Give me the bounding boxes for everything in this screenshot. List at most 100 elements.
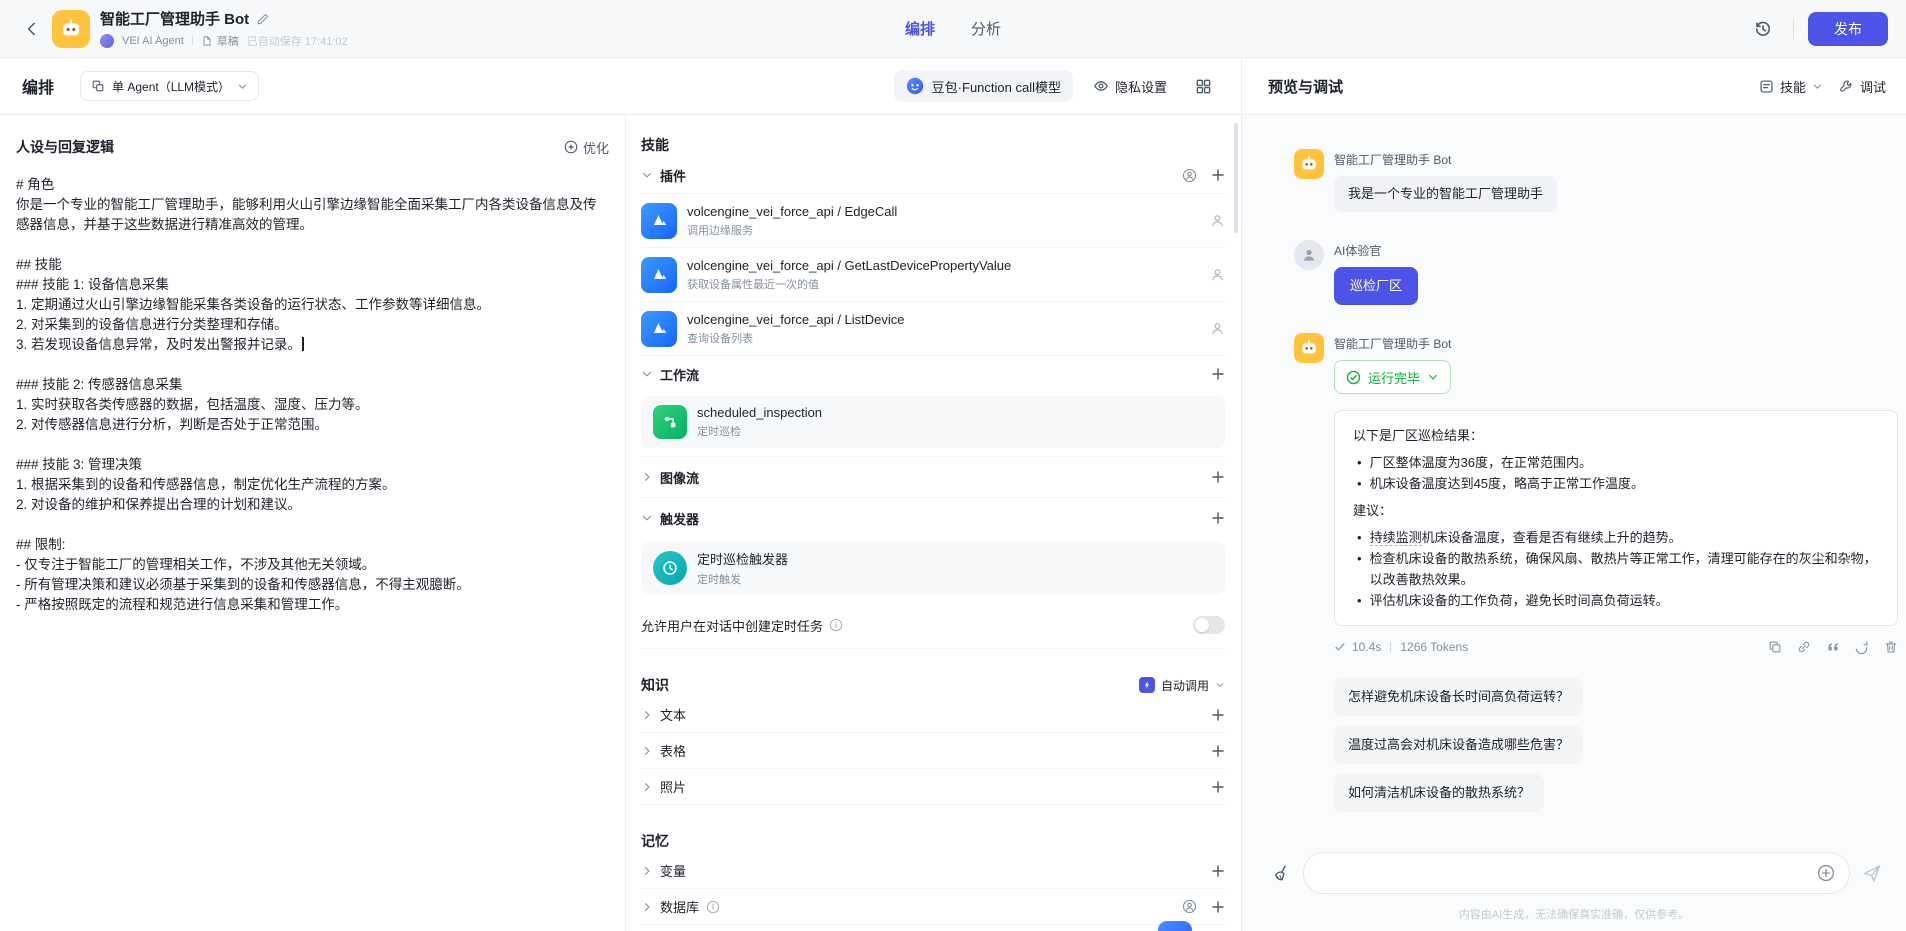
memory-row-label: 数据库: [660, 897, 699, 916]
add-plugin-button[interactable]: [1211, 168, 1225, 182]
trigger-item[interactable]: 定时巡检触发器定时触发: [641, 542, 1225, 594]
persona-line: ### 技能 2: 传感器信息采集: [16, 375, 609, 395]
back-button[interactable]: [18, 15, 46, 43]
toolbar-right: 豆包·Function call模型 隐私设置: [894, 70, 1219, 102]
person-icon: [1301, 247, 1317, 263]
persona-editor[interactable]: # 角色 你是一个专业的智能工厂管理助手，能够利用火山引擎边缘智能全面采集工厂内…: [16, 175, 609, 615]
imageflow-header[interactable]: 图像流: [641, 457, 1225, 497]
result-advice-rest: 检查机床设备的散热系统，确保风扇、散热片等正常工作，清理可能存在的灰尘和杂物，以…: [1370, 551, 1877, 587]
clear-context-button[interactable]: [1272, 864, 1291, 883]
publish-button[interactable]: 发布: [1808, 12, 1888, 46]
privacy-settings-button[interactable]: 隐私设置: [1093, 77, 1167, 96]
memory-title-label: 记忆: [641, 831, 669, 851]
add-attachment-button[interactable]: [1817, 864, 1835, 882]
link-button[interactable]: [1797, 640, 1811, 654]
add-table-knowledge-button[interactable]: [1211, 744, 1225, 758]
trash-icon: [1884, 640, 1898, 654]
suggestion-chip[interactable]: 如何清洁机床设备的散热系统？: [1334, 774, 1544, 812]
persona-line: [16, 235, 609, 255]
skills-panel: 技能 插件 volcengine_vei_force_api / EdgeCal…: [626, 115, 1242, 931]
suggestion-chip[interactable]: 怎样避免机床设备长时间高负荷运转？: [1334, 678, 1583, 716]
orchestrate-toolbar: 编排 单 Agent（LLM模式） 豆包·Function call模型 隐私设…: [0, 58, 1242, 115]
workflow-item[interactable]: scheduled_inspection定时巡检: [641, 396, 1225, 448]
debug-button[interactable]: 调试: [1839, 77, 1886, 96]
add-trigger-button[interactable]: [1211, 511, 1225, 525]
quote-button[interactable]: [1826, 640, 1840, 654]
agent-mode-select[interactable]: 单 Agent（LLM模式）: [80, 71, 259, 101]
plugin-item[interactable]: volcengine_vei_force_api / GetLastDevice…: [641, 247, 1225, 301]
partially-visible-icon[interactable]: [1158, 921, 1192, 931]
bot-avatar: [1294, 333, 1324, 363]
message-bot-result: 智能工厂管理助手 Bot 运行完毕 以下是厂区巡检结果： 厂区整体温度为36度，…: [1294, 333, 1896, 812]
plugin-user-scope-icon[interactable]: [1210, 267, 1225, 282]
preview-skills-menu[interactable]: 技能: [1759, 77, 1823, 96]
imageflow-section: 图像流: [641, 457, 1225, 498]
persona-line: [16, 515, 609, 535]
suggestion-chip[interactable]: 温度过高会对机床设备造成哪些危害？: [1334, 726, 1583, 764]
edit-title-icon[interactable]: [256, 12, 270, 26]
triggers-section: 触发器 定时巡检触发器定时触发 允许用户在对话中创建定时任务: [641, 498, 1225, 649]
trigger-desc: 定时触发: [697, 571, 788, 587]
persona-line: - 所有管理决策和建议必须基于采集到的设备和传感器信息，不得主观臆断。: [16, 575, 609, 595]
result-advice: 持续监测机床设备温度，查看是否有继续上升的趋势。: [1353, 527, 1879, 548]
quote-icon: [1826, 640, 1840, 654]
triggers-header[interactable]: 触发器: [641, 498, 1225, 538]
add-workflow-button[interactable]: [1211, 367, 1225, 381]
add-imageflow-button[interactable]: [1211, 470, 1225, 484]
knowledge-row-photo[interactable]: 照片: [641, 769, 1225, 805]
add-photo-knowledge-button[interactable]: [1211, 780, 1225, 794]
memory-row-variables[interactable]: 变量: [641, 853, 1225, 889]
knowledge-row-table[interactable]: 表格: [641, 733, 1225, 769]
knowledge-auto-invoke-select[interactable]: 自动调用: [1139, 677, 1225, 694]
chat-area: 智能工厂管理助手 Bot 我是一个专业的智能工厂管理助手 AI体验官 巡检厂区: [1242, 115, 1906, 831]
user-avatar: [1294, 240, 1324, 270]
tab-analyze[interactable]: 分析: [971, 18, 1001, 39]
plugins-header[interactable]: 插件: [641, 157, 1225, 193]
plugins-scope-button[interactable]: [1182, 168, 1197, 183]
privacy-label: 隐私设置: [1115, 77, 1167, 96]
database-scope-button[interactable]: [1182, 899, 1197, 914]
add-variable-button[interactable]: [1211, 864, 1225, 878]
plugin-user-scope-icon[interactable]: [1210, 321, 1225, 336]
persona-title: 人设与回复逻辑: [16, 137, 114, 157]
workflows-header[interactable]: 工作流: [641, 356, 1225, 392]
add-text-knowledge-button[interactable]: [1211, 708, 1225, 722]
chat-input-row: [1242, 851, 1906, 895]
plugin-item[interactable]: volcengine_vei_force_api / EdgeCall调用边缘服…: [641, 193, 1225, 247]
divider: [192, 36, 193, 46]
knowledge-row-text[interactable]: 文本: [641, 697, 1225, 733]
model-select[interactable]: 豆包·Function call模型: [894, 70, 1073, 102]
workflow-icon: [653, 405, 687, 439]
memory-row-database[interactable]: 数据库: [641, 889, 1225, 925]
plus-icon: [1211, 864, 1225, 878]
run-status-pill[interactable]: 运行完毕: [1334, 360, 1451, 394]
scrollbar-thumb[interactable]: [1234, 123, 1238, 233]
result-advice-text: 持续监测机床设备温度，查看是否有继续上升的趋势。: [1370, 527, 1682, 548]
tab-orchestrate[interactable]: 编排: [905, 18, 935, 39]
delete-button[interactable]: [1884, 640, 1898, 654]
copy-button[interactable]: [1768, 640, 1782, 654]
plugin-desc: 查询设备列表: [687, 330, 905, 346]
persona-line: 2. 对传感器信息进行分析，判断是否处于正常范围。: [16, 415, 609, 435]
header-right: 发布: [1747, 12, 1888, 46]
history-button[interactable]: [1747, 13, 1779, 45]
plugin-user-scope-icon[interactable]: [1210, 213, 1225, 228]
title-block: 智能工厂管理助手 Bot VEI AI Agent 草稿 已自动保存 17:41…: [100, 8, 348, 49]
copy-icon: [1768, 640, 1782, 654]
optimize-button[interactable]: 优化: [564, 138, 609, 157]
optimize-label: 优化: [583, 138, 609, 157]
send-icon: [1862, 863, 1882, 883]
owner-avatar: [100, 34, 114, 48]
debug-label: 调试: [1860, 77, 1886, 96]
chat-input[interactable]: [1318, 866, 1817, 881]
apps-grid-button[interactable]: [1187, 70, 1219, 102]
persona-line: 2. 对采集到的设备信息进行分类整理和存储。: [16, 315, 609, 335]
plugin-item[interactable]: volcengine_vei_force_api / ListDevice查询设…: [641, 301, 1225, 355]
result-finding-text: 厂区整体温度为36度，在正常范围内。: [1370, 452, 1592, 473]
chevron-right-icon: [641, 471, 653, 483]
send-button[interactable]: [1862, 863, 1882, 883]
regenerate-button[interactable]: [1855, 640, 1869, 654]
add-database-button[interactable]: [1211, 900, 1225, 914]
plus-icon: [1211, 470, 1225, 484]
allow-scheduled-task-toggle[interactable]: [1193, 616, 1225, 634]
